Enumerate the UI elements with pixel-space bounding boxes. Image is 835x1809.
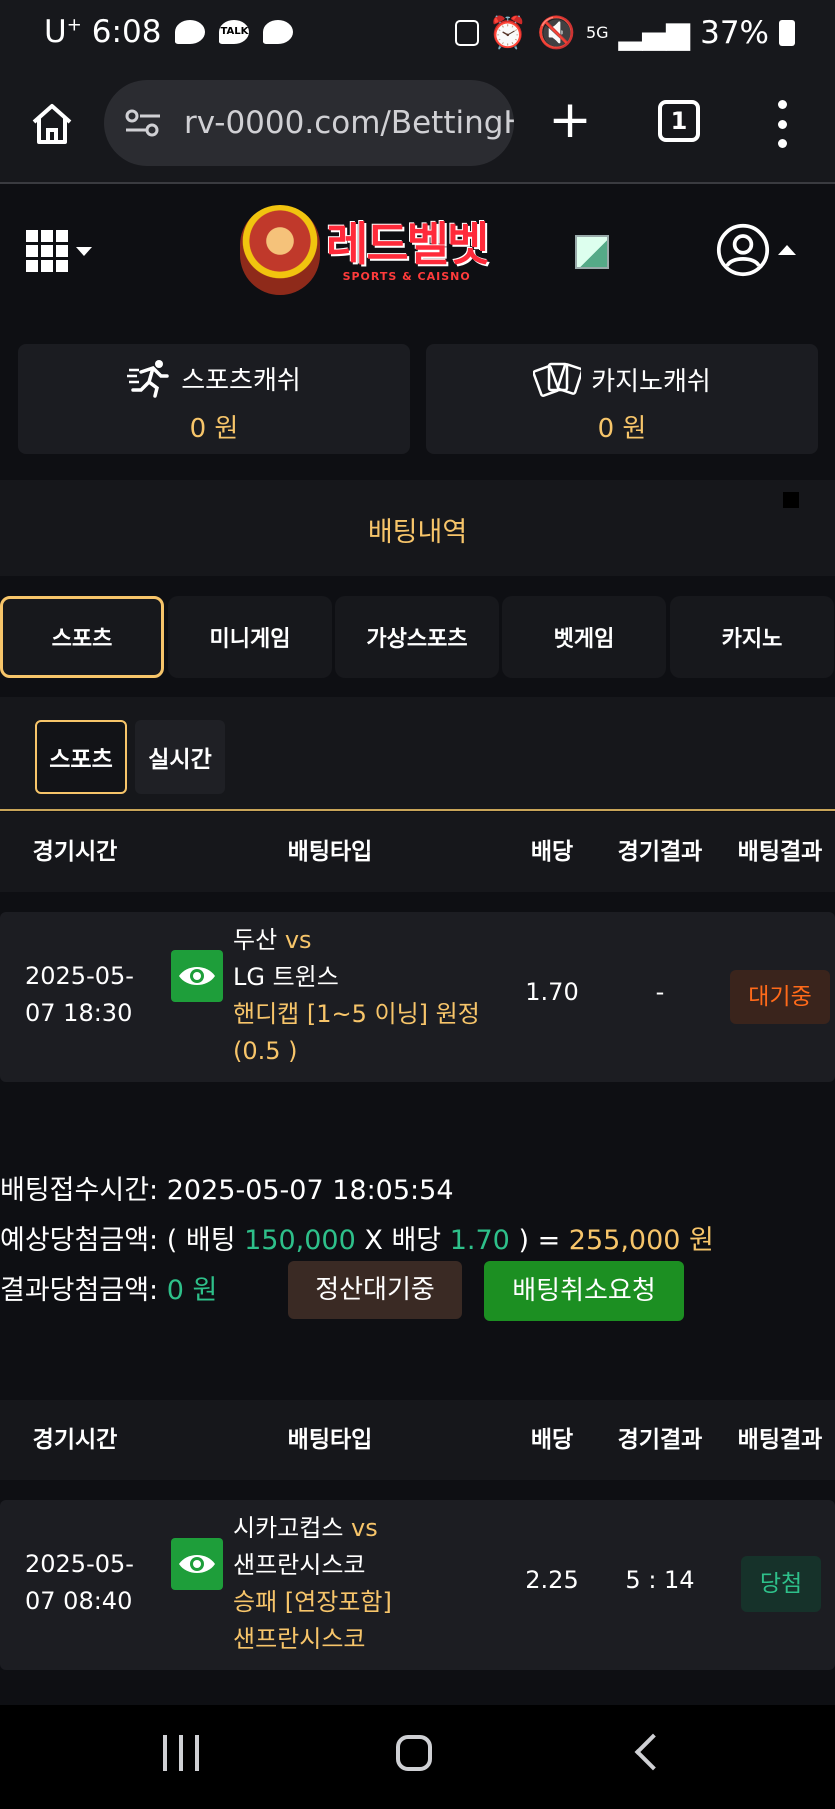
battery-icon xyxy=(779,19,795,46)
battery-percent: 37% xyxy=(700,14,769,51)
subtab-sports[interactable]: 스포츠 xyxy=(35,720,127,794)
menu-button[interactable] xyxy=(26,226,98,276)
sports-cash-label: 스포츠캐쉬 xyxy=(181,365,301,396)
carrier: U+ xyxy=(44,14,82,50)
tab-casino[interactable]: 카지노 xyxy=(670,596,834,678)
header-game-result: 경기결과 xyxy=(617,839,703,865)
logo-title: 레드벨벳 xyxy=(326,216,489,271)
back-button[interactable] xyxy=(634,1733,672,1771)
logo-mascot-image xyxy=(240,205,320,295)
header-game-result: 경기결과 xyxy=(617,1427,703,1453)
home-icon xyxy=(32,104,72,144)
status-right: ⏰ 🔇 5G ▂▄▆ 37% xyxy=(454,14,795,51)
bet-details: 시카고컵스 vs 샌프란시스코 승패 [연장포함] 샌프란시스코 xyxy=(233,1514,392,1653)
kakaotalk-icon: TALK xyxy=(219,20,250,44)
bet-odds: 2.25 xyxy=(525,1566,579,1594)
clock: 6:08 xyxy=(91,14,162,50)
table-header: 경기시간 배팅타입 배당 경기결과 배팅결과 xyxy=(0,1400,835,1480)
bet-datetime: 2025-05- 07 08:40 xyxy=(25,1550,134,1615)
notification-bubble-icon xyxy=(175,20,206,44)
page-header: 배팅내역 xyxy=(0,480,835,576)
network-type: 5G xyxy=(585,23,609,42)
url-text[interactable]: rv-0000.com/BettingH xyxy=(184,105,514,141)
game-result: - xyxy=(655,978,665,1006)
status-bar: U+ 6:08 TALK ⏰ 🔇 5G ▂▄▆ 37% xyxy=(0,0,835,70)
sports-cash-value: 0 원 xyxy=(189,414,239,444)
browser-home-button[interactable] xyxy=(28,100,76,148)
header-odds: 배당 xyxy=(530,839,574,865)
casino-cash-label: 카지노캐쉬 xyxy=(591,366,711,397)
system-navigation-bar xyxy=(0,1705,835,1809)
eye-icon xyxy=(179,1555,215,1573)
user-avatar-icon xyxy=(716,223,770,277)
chevron-down-icon xyxy=(76,246,92,256)
status-badge: 대기중 xyxy=(730,970,830,1024)
mute-icon: 🔇 xyxy=(537,15,576,51)
address-bar[interactable]: rv-0000.com/BettingH xyxy=(104,80,514,166)
sports-cash-card[interactable]: 스포츠캐쉬 0 원 xyxy=(18,344,410,454)
site-logo[interactable]: 레드벨벳 SPORTS & CAISNO xyxy=(240,205,510,295)
header-odds: 배당 xyxy=(530,1427,574,1453)
tab-sports[interactable]: 스포츠 xyxy=(0,596,164,678)
tab-minigame[interactable]: 미니게임 xyxy=(168,596,332,678)
page-title: 배팅내역 xyxy=(367,517,468,548)
broken-image-icon xyxy=(575,235,609,269)
grid-menu-icon xyxy=(26,230,68,272)
header-bet-result: 배팅결과 xyxy=(737,839,823,865)
view-details-button[interactable] xyxy=(171,1538,223,1590)
header-type: 배팅타입 xyxy=(287,1427,373,1453)
header-time: 경기시간 xyxy=(32,839,118,865)
eye-icon xyxy=(179,967,215,985)
result-payout: 결과당첨금액: 0 원 xyxy=(0,1275,218,1306)
site-settings-icon[interactable] xyxy=(124,108,162,138)
bet-details: 두산 vs LG 트윈스 핸디캡 [1~5 이닝] 원정 (0.5 ) xyxy=(233,926,480,1065)
expected-payout: 예상당첨금액: ( 배팅 150,000 X 배당 1.70 ) = 255,0… xyxy=(0,1225,714,1256)
casino-cash-card[interactable]: 카지노캐쉬 0 원 xyxy=(426,344,818,454)
header-bet-result: 배팅결과 xyxy=(737,1427,823,1453)
table-row: 2025-05- 07 18:30 두산 vs LG 트윈스 핸디캡 [1~5 … xyxy=(0,912,835,1082)
running-icon xyxy=(127,360,169,398)
browser-toolbar: rv-0000.com/BettingH + 1 xyxy=(0,70,835,184)
settlement-pending-status: 정산대기중 xyxy=(288,1261,462,1319)
game-result: 5 : 14 xyxy=(625,1566,695,1594)
home-button[interactable] xyxy=(396,1735,432,1771)
tab-switcher-button[interactable]: 1 xyxy=(658,100,700,142)
chevron-up-icon xyxy=(778,245,796,255)
new-tab-button[interactable]: + xyxy=(548,94,592,146)
header-type: 배팅타입 xyxy=(287,839,373,865)
tab-virtual-sports[interactable]: 가상스포츠 xyxy=(335,596,499,678)
cancel-bet-button[interactable]: 배팅취소요청 xyxy=(484,1261,684,1321)
logo-subtitle: SPORTS & CAISNO xyxy=(342,269,471,283)
table-header: 경기시간 배팅타입 배당 경기결과 배팅결과 xyxy=(0,812,835,892)
subtab-live[interactable]: 실시간 xyxy=(135,720,225,794)
signal-icon: ▂▄▆ xyxy=(618,14,691,51)
bet-datetime: 2025-05- 07 18:30 xyxy=(25,962,134,1027)
table-row: 2025-05- 07 08:40 시카고컵스 vs 샌프란시스코 승패 [연장… xyxy=(0,1500,835,1670)
bet-received-time: 배팅접수시간: 2025-05-07 18:05:54 xyxy=(0,1175,454,1206)
casino-cash-value: 0 원 xyxy=(597,414,647,444)
header-time: 경기시간 xyxy=(32,1427,118,1453)
sim-icon xyxy=(454,19,479,46)
view-details-button[interactable] xyxy=(171,950,223,1002)
notification-bubble-icon xyxy=(263,20,294,44)
tab-betgame[interactable]: 벳게임 xyxy=(502,596,666,678)
user-menu-button[interactable] xyxy=(716,220,796,280)
more-menu-button[interactable] xyxy=(775,100,789,148)
playing-cards-icon xyxy=(533,362,582,397)
status-badge: 당첨 xyxy=(741,1556,821,1612)
bet-odds: 1.70 xyxy=(525,978,579,1006)
status-left: U+ 6:08 TALK xyxy=(44,14,294,50)
alarm-icon: ⏰ xyxy=(488,15,528,51)
square-marker xyxy=(783,492,799,508)
recent-apps-button[interactable] xyxy=(163,1735,199,1771)
